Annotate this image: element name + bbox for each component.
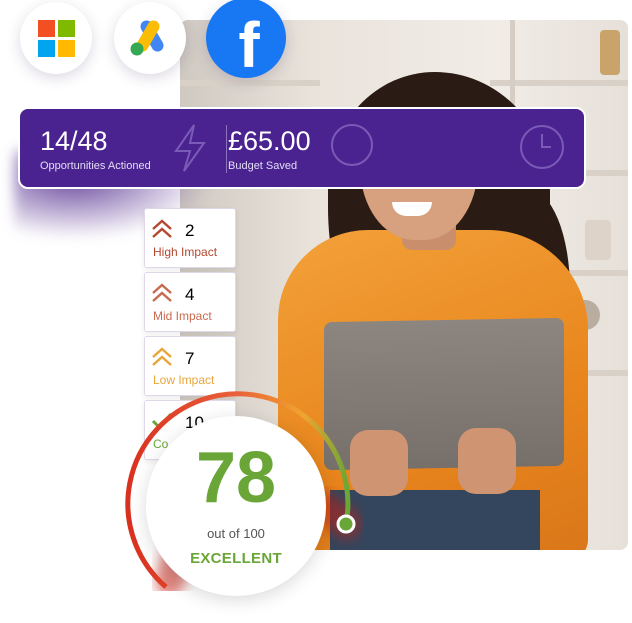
opportunities-label: Opportunities Actioned [40, 160, 151, 172]
facebook-f-icon: f [238, 9, 260, 81]
score-rating: EXCELLENT [190, 550, 282, 567]
stats-divider [226, 125, 227, 173]
impact-count: 2 [185, 221, 195, 240]
pound-icon [331, 124, 373, 166]
impact-label: Mid Impact [153, 309, 212, 323]
microsoft-logo [20, 2, 92, 74]
impact-card-high: 2 High Impact [144, 208, 236, 268]
impact-count: 4 [185, 285, 195, 304]
google-ads-logo [114, 2, 186, 74]
score-value: 78 [195, 438, 277, 518]
google-ads-icon [130, 20, 164, 56]
impact-label: High Impact [153, 245, 218, 259]
opportunities-value: 14/48 [40, 126, 108, 156]
budget-label: Budget Saved [228, 160, 298, 172]
shelf-decor [585, 220, 611, 260]
score-out-of: out of 100 [207, 526, 265, 541]
double-chevron-up-icon [152, 283, 172, 302]
lightning-icon [174, 124, 206, 172]
impact-count: 7 [185, 349, 195, 368]
shelf-decor [600, 30, 620, 75]
stats-banner: 14/48 Opportunities Actioned £65.00 Budg… [18, 107, 586, 189]
clock-icon [520, 125, 564, 169]
score-card: 78 out of 100 EXCELLENT [146, 416, 326, 596]
gauge-marker [336, 514, 356, 534]
woman-hand [458, 428, 516, 494]
budget-value: £65.00 [228, 126, 311, 156]
microsoft-grid-icon [37, 19, 75, 57]
facebook-logo: f [206, 0, 286, 78]
double-chevron-up-icon [152, 347, 172, 366]
impact-card-mid: 4 Mid Impact [144, 272, 236, 332]
double-chevron-up-icon [152, 219, 172, 238]
